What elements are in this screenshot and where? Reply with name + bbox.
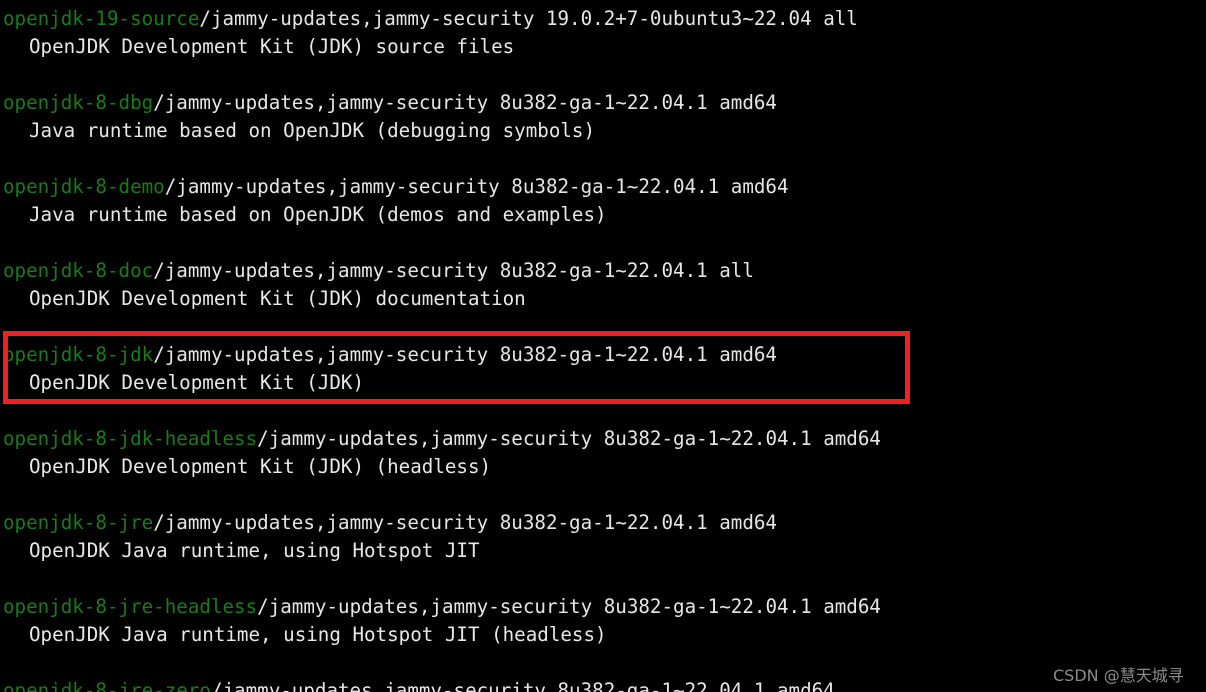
package-version-meta: /jammy-updates,jammy-security 8u382-ga-1… xyxy=(153,259,754,282)
package-search-results: openjdk-19-source/jammy-updates,jammy-se… xyxy=(3,5,881,692)
package-name: openjdk-8-jre-headless xyxy=(3,595,258,618)
package-version-meta: /jammy-updates,jammy-security 8u382-ga-1… xyxy=(257,595,881,618)
package-version-meta: /jammy-updates,jammy-security 8u382-ga-1… xyxy=(153,91,777,114)
package-entry: openjdk-8-jre-zero/jammy-updates,jammy-s… xyxy=(3,677,881,692)
package-name: openjdk-8-jdk xyxy=(3,343,154,366)
package-name-line: openjdk-8-dbg/jammy-updates,jammy-securi… xyxy=(3,89,881,117)
blank-separator-line xyxy=(3,565,881,593)
package-description-line: OpenJDK Development Kit (JDK) xyxy=(29,371,365,394)
package-entry: openjdk-8-jdk-headless/jammy-updates,jam… xyxy=(3,425,881,509)
blank-separator-line xyxy=(3,649,881,677)
package-name-line: openjdk-8-jdk/jammy-updates,jammy-securi… xyxy=(3,341,881,369)
blank-separator-line xyxy=(3,145,881,173)
blank-separator-line xyxy=(3,229,881,257)
package-name: openjdk-8-dbg xyxy=(3,91,154,114)
package-description-line: Java runtime based on OpenJDK (demos and… xyxy=(29,203,607,226)
package-version-meta: /jammy-updates,jammy-security 8u382-ga-1… xyxy=(153,343,777,366)
blank-separator-line xyxy=(3,313,881,341)
package-description-line: OpenJDK Java runtime, using Hotspot JIT xyxy=(29,539,480,562)
package-name-line: openjdk-8-jre/jammy-updates,jammy-securi… xyxy=(3,509,881,537)
package-description-line: Java runtime based on OpenJDK (debugging… xyxy=(29,119,596,142)
terminal-output-pane[interactable]: openjdk-19-source/jammy-updates,jammy-se… xyxy=(0,0,1206,692)
package-name: openjdk-8-doc xyxy=(3,259,154,282)
package-name: openjdk-8-jdk-headless xyxy=(3,427,258,450)
package-entry: openjdk-8-jre/jammy-updates,jammy-securi… xyxy=(3,509,881,593)
blank-separator-line xyxy=(3,397,881,425)
package-name: openjdk-8-jre-zero xyxy=(3,679,211,692)
package-name-line: openjdk-8-doc/jammy-updates,jammy-securi… xyxy=(3,257,881,285)
package-description-line: OpenJDK Development Kit (JDK) source fil… xyxy=(29,35,515,58)
package-name-line: openjdk-19-source/jammy-updates,jammy-se… xyxy=(3,5,881,33)
package-description-line: OpenJDK Development Kit (JDK) (headless) xyxy=(29,455,492,478)
package-version-meta: /jammy-updates,jammy-security 8u382-ga-1… xyxy=(257,427,881,450)
package-version-meta: /jammy-updates,jammy-security 8u382-ga-1… xyxy=(153,511,777,534)
package-name-line: openjdk-8-jre-headless/jammy-updates,jam… xyxy=(3,593,881,621)
blank-separator-line xyxy=(3,61,881,89)
package-description-line: OpenJDK Java runtime, using Hotspot JIT … xyxy=(29,623,607,646)
package-entry: openjdk-8-jdk/jammy-updates,jammy-securi… xyxy=(3,341,881,425)
blank-separator-line xyxy=(3,481,881,509)
package-name-line: openjdk-8-jdk-headless/jammy-updates,jam… xyxy=(3,425,881,453)
package-entry: openjdk-8-doc/jammy-updates,jammy-securi… xyxy=(3,257,881,341)
package-version-meta: /jammy-updates,jammy-security 8u382-ga-1… xyxy=(164,175,789,198)
csdn-watermark: CSDN @慧天城寻 xyxy=(1053,666,1184,685)
package-entry: openjdk-8-demo/jammy-updates,jammy-secur… xyxy=(3,173,881,257)
package-version-meta: /jammy-updates,jammy-security 8u382-ga-1… xyxy=(210,679,835,692)
package-version-meta: /jammy-updates,jammy-security 19.0.2+7-0… xyxy=(199,7,858,30)
package-description-line: OpenJDK Development Kit (JDK) documentat… xyxy=(29,287,526,310)
package-name-line: openjdk-8-jre-zero/jammy-updates,jammy-s… xyxy=(3,677,881,692)
package-name: openjdk-8-demo xyxy=(3,175,165,198)
package-entry: openjdk-19-source/jammy-updates,jammy-se… xyxy=(3,5,881,89)
package-name-line: openjdk-8-demo/jammy-updates,jammy-secur… xyxy=(3,173,881,201)
package-entry: openjdk-8-jre-headless/jammy-updates,jam… xyxy=(3,593,881,677)
package-entry: openjdk-8-dbg/jammy-updates,jammy-securi… xyxy=(3,89,881,173)
package-name: openjdk-8-jre xyxy=(3,511,154,534)
package-name: openjdk-19-source xyxy=(3,7,200,30)
